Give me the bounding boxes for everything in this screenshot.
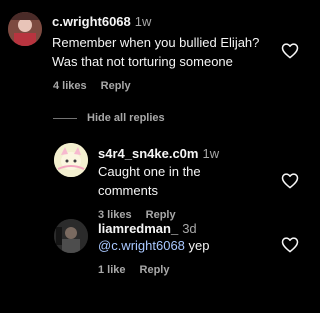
hide-replies-button[interactable]: Hide all replies bbox=[53, 110, 165, 126]
comment-thread: c.wright6068 1w Remember when you bullied… bbox=[0, 0, 315, 313]
hide-replies-label[interactable]: Hide all replies bbox=[87, 112, 165, 124]
comment-text-line: Was that not torturing someone bbox=[52, 54, 233, 69]
comment-text: Remember when you bullied Elijah? Was th… bbox=[52, 33, 282, 71]
avatar-image bbox=[54, 143, 88, 177]
reply-meta: 1 like Reply bbox=[98, 264, 170, 276]
reply-author[interactable]: liamredman_ 3d bbox=[98, 221, 197, 236]
reply-button[interactable]: Reply bbox=[101, 80, 131, 92]
reply-text: @c.wright6068 yep bbox=[98, 236, 278, 255]
comment-author[interactable]: c.wright6068 1w bbox=[52, 14, 151, 29]
username[interactable]: liamredman_ bbox=[98, 221, 178, 236]
comment-meta: 4 likes Reply bbox=[53, 80, 131, 92]
reply-meta: 3 likes Reply bbox=[98, 209, 176, 221]
comment-text-line: Remember when you bullied Elijah? bbox=[52, 35, 260, 50]
likes-count[interactable]: 4 likes bbox=[53, 80, 87, 92]
username[interactable]: s4r4_sn4ke.c0m bbox=[98, 146, 198, 161]
avatar-image bbox=[54, 219, 88, 253]
avatar[interactable] bbox=[54, 219, 88, 253]
avatar[interactable] bbox=[8, 12, 42, 46]
reply-button[interactable]: Reply bbox=[146, 209, 176, 221]
heart-icon[interactable] bbox=[281, 42, 299, 59]
avatar[interactable] bbox=[54, 143, 88, 177]
reply-button[interactable]: Reply bbox=[140, 264, 170, 276]
heart-icon[interactable] bbox=[281, 236, 299, 253]
reply-text-line: comments bbox=[98, 183, 158, 198]
reply-text-line: Caught one in the bbox=[98, 164, 201, 179]
reply-text: Caught one in the comments bbox=[98, 162, 278, 200]
divider bbox=[53, 117, 77, 119]
heart-icon[interactable] bbox=[281, 172, 299, 189]
avatar-image bbox=[8, 12, 42, 46]
likes-count[interactable]: 1 like bbox=[98, 264, 126, 276]
timestamp: 1w bbox=[202, 146, 220, 161]
timestamp: 3d bbox=[182, 221, 197, 236]
username[interactable]: c.wright6068 bbox=[52, 14, 131, 29]
reply-text-body: yep bbox=[184, 238, 210, 253]
reply-author[interactable]: s4r4_sn4ke.c0m 1w bbox=[98, 146, 219, 161]
mention-link[interactable]: @c.wright6068 bbox=[98, 238, 185, 253]
likes-count[interactable]: 3 likes bbox=[98, 209, 132, 221]
timestamp: 1w bbox=[134, 14, 152, 29]
